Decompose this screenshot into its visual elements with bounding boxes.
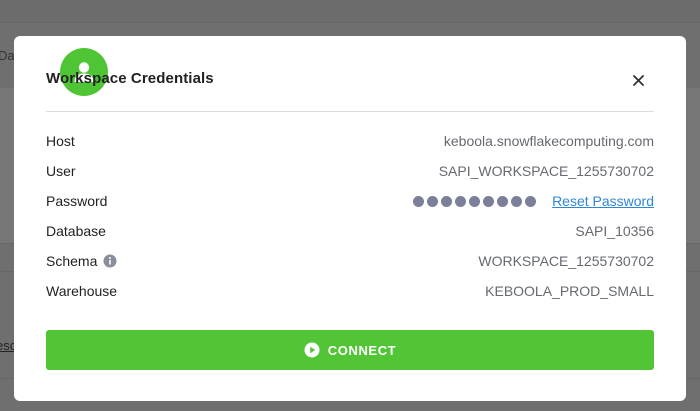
schema-label: Schema: [46, 253, 98, 269]
password-mask-dot: [441, 195, 453, 207]
credential-row-warehouse: Warehouse KEBOOLA_PROD_SMALL: [46, 276, 654, 306]
schema-value[interactable]: WORKSPACE_1255730702: [478, 253, 654, 269]
bg-text-fragment: Da: [0, 48, 15, 63]
password-mask-dot: [455, 195, 467, 207]
password-mask-dot: [469, 195, 481, 207]
host-label: Host: [46, 133, 75, 149]
credential-row-host: Host keboola.snowflakecomputing.com: [46, 126, 654, 156]
warehouse-label: Warehouse: [46, 283, 118, 299]
close-icon: [632, 74, 644, 86]
connect-button[interactable]: CONNECT: [46, 330, 654, 370]
password-value: Reset Password: [413, 193, 654, 209]
credentials-list: Host keboola.snowflakecomputing.com User…: [46, 126, 654, 306]
warehouse-value[interactable]: KEBOOLA_PROD_SMALL: [485, 283, 654, 299]
close-button[interactable]: [628, 70, 648, 90]
credential-row-schema: Schema WORKSPACE_1255730702: [46, 246, 654, 276]
password-label: Password: [46, 193, 108, 209]
modal-title: Workspace Credentials: [46, 70, 214, 87]
title-divider: [46, 111, 654, 112]
host-value[interactable]: keboola.snowflakecomputing.com: [444, 133, 654, 149]
connect-label: CONNECT: [327, 342, 397, 358]
credential-row-password: Password Reset Password: [46, 186, 654, 216]
schema-label-group: Schema: [46, 253, 117, 269]
user-value[interactable]: SAPI_WORKSPACE_1255730702: [439, 163, 654, 179]
bg-divider: [0, 22, 700, 23]
password-mask-dot: [413, 195, 425, 207]
password-mask-dot: [427, 195, 439, 207]
database-value[interactable]: SAPI_10356: [575, 223, 654, 239]
play-circle-icon: [304, 342, 320, 358]
credential-row-user: User SAPI_WORKSPACE_1255730702: [46, 156, 654, 186]
workspace-credentials-modal: Workspace Credentials Host keboola.snowf…: [14, 36, 686, 401]
password-mask-dot: [497, 195, 509, 207]
password-mask-dot: [525, 195, 537, 207]
masked-password: [413, 195, 537, 207]
database-label: Database: [46, 223, 106, 239]
credential-row-database: Database SAPI_10356: [46, 216, 654, 246]
bg-header-band: [0, 0, 700, 22]
password-mask-dot: [511, 195, 523, 207]
password-mask-dot: [483, 195, 495, 207]
user-label: User: [46, 163, 76, 179]
info-icon[interactable]: [103, 254, 117, 268]
reset-password-link[interactable]: Reset Password: [552, 193, 654, 209]
